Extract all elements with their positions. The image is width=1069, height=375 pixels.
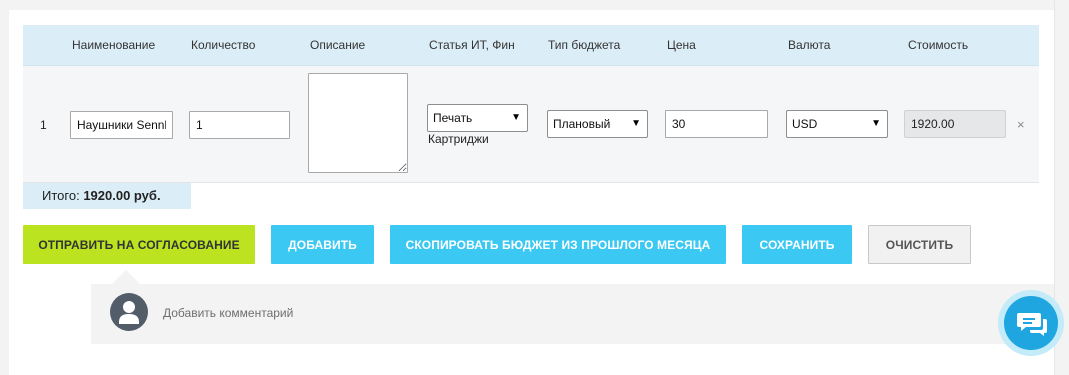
table-row: 1 Печать ▼ Картриджи Плановый ▼ USD ▼ 19… bbox=[23, 66, 1039, 183]
copy-budget-button[interactable]: Скопировать бюджет из прошлого месяца bbox=[390, 225, 726, 264]
add-button[interactable]: Добавить bbox=[271, 225, 374, 264]
header-cost: Стоимость bbox=[908, 38, 969, 52]
header-budget-type: Тип бюджета bbox=[548, 38, 621, 52]
currency-select[interactable]: USD ▼ bbox=[786, 110, 888, 138]
row-number: 1 bbox=[40, 118, 47, 132]
header-quantity: Количество bbox=[191, 38, 256, 52]
header-name: Наименование bbox=[72, 38, 156, 52]
chat-button[interactable] bbox=[998, 290, 1064, 356]
total-label: Итого: bbox=[42, 188, 80, 203]
total-value: 1920.00 руб. bbox=[83, 188, 161, 203]
send-for-approval-button[interactable]: Отправить на согласование bbox=[23, 225, 255, 264]
user-silhouette-icon bbox=[110, 293, 148, 331]
chat-button-inner bbox=[1004, 296, 1058, 350]
comment-placeholder[interactable]: Добавить комментарий bbox=[163, 306, 293, 320]
cost-readonly-field: 1920.00 bbox=[904, 110, 1006, 138]
header-article: Статья ИТ, Фин bbox=[429, 38, 515, 52]
save-button[interactable]: Сохранить bbox=[742, 225, 852, 264]
header-currency: Валюта bbox=[788, 38, 831, 52]
quantity-input[interactable] bbox=[189, 111, 290, 139]
total-summary: Итого: 1920.00 руб. bbox=[23, 183, 191, 209]
caret-down-icon: ▼ bbox=[631, 118, 641, 129]
article-subcategory: Картриджи bbox=[428, 132, 489, 146]
article-selected-value: Печать bbox=[433, 111, 473, 125]
description-textarea[interactable] bbox=[308, 73, 408, 173]
budget-type-select[interactable]: Плановый ▼ bbox=[547, 110, 648, 138]
article-select[interactable]: Печать ▼ bbox=[427, 104, 528, 132]
table-header: Наименование Количество Описание Статья … bbox=[23, 25, 1039, 66]
comment-box[interactable]: Добавить комментарий bbox=[91, 284, 1054, 344]
chat-bubbles-icon bbox=[1017, 313, 1047, 336]
caret-down-icon: ▼ bbox=[511, 112, 521, 123]
header-price: Цена bbox=[667, 38, 696, 52]
comment-pointer bbox=[112, 270, 140, 284]
clear-button[interactable]: Очистить bbox=[868, 225, 971, 264]
currency-selected-value: USD bbox=[792, 117, 818, 131]
caret-down-icon: ▼ bbox=[871, 118, 881, 129]
price-input[interactable] bbox=[665, 110, 768, 138]
budget-type-selected-value: Плановый bbox=[553, 117, 611, 131]
close-icon[interactable]: × bbox=[1017, 117, 1025, 132]
item-name-input[interactable] bbox=[70, 111, 173, 139]
header-description: Описание bbox=[310, 38, 366, 52]
